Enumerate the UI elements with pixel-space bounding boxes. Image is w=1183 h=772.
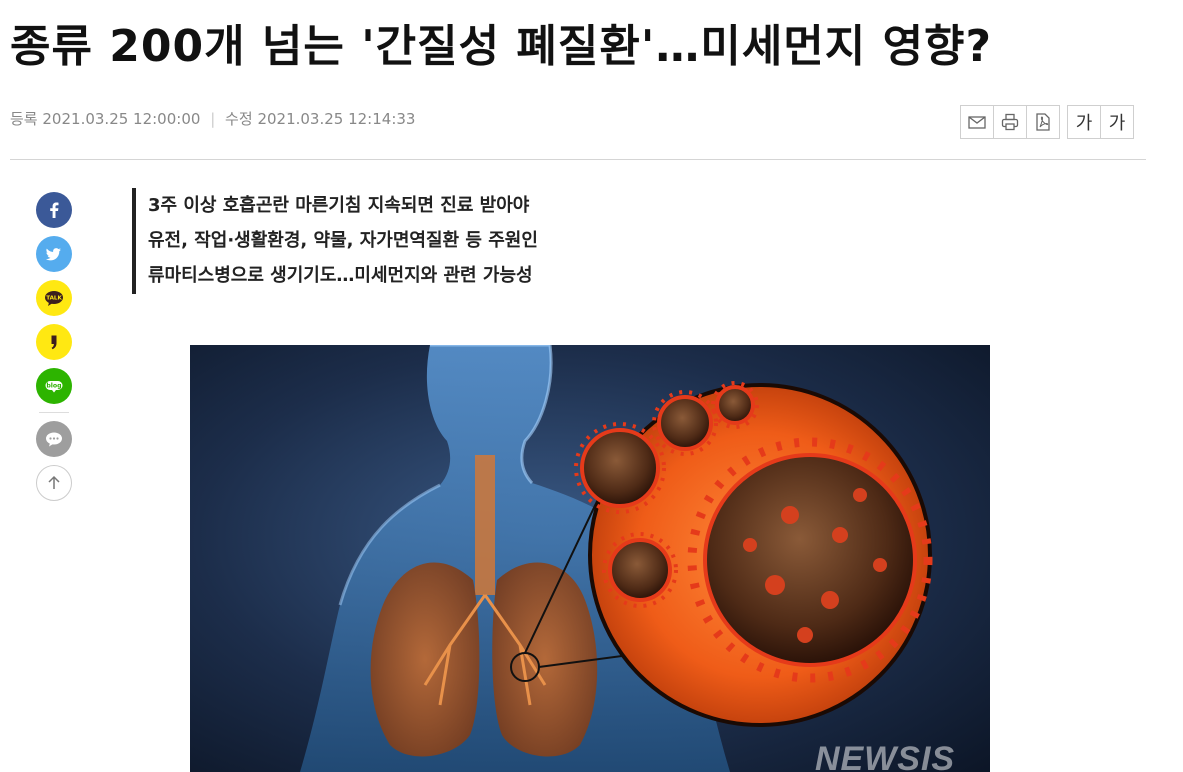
comment-button[interactable] [36,421,72,457]
article-image: NEWSIS [190,345,990,772]
pdf-button[interactable] [1026,105,1060,139]
share-kakaotalk-button[interactable]: TALK [36,280,72,316]
share-bar: TALK blog [36,192,72,509]
registered-label: 등록 [10,110,38,128]
blog-text: blog [46,383,61,390]
mail-icon [968,116,986,129]
font-decrease-button[interactable]: 가 [1067,105,1101,139]
scroll-top-button[interactable] [36,465,72,501]
print-icon [1001,113,1019,131]
scroll-top-icon [48,475,60,489]
kakaostory-icon [51,335,57,350]
print-button[interactable] [993,105,1027,139]
modified-time: 2021.03.25 12:14:33 [257,110,416,128]
facebook-icon [50,202,59,218]
summary-line: 3주 이상 호흡곤란 마른기침 지속되면 진료 받아야 [148,195,530,216]
modified-label: 수정 [225,110,253,128]
kakaotalk-text: TALK [46,296,62,302]
email-button[interactable] [960,105,994,139]
share-kakaostory-button[interactable] [36,324,72,360]
pdf-icon [1036,113,1050,131]
summary-line: 류마티스병으로 생기기도…미세먼지와 관련 가능성 [148,265,533,286]
share-divider [39,412,69,413]
article-toolbar: 가 가 [960,105,1134,139]
share-facebook-button[interactable] [36,192,72,228]
kakaotalk-icon: TALK [45,291,63,306]
summary-line: 유전, 작업·생활환경, 약물, 자가면역질환 등 주원인 [148,230,538,251]
image-watermark: NEWSIS [815,740,955,772]
font-increase-button[interactable]: 가 [1100,105,1134,139]
lung-virus-illustration: NEWSIS [190,345,990,772]
article-dates: 등록 2021.03.25 12:00:00 | 수정 2021.03.25 1… [10,108,415,129]
header-divider [10,159,1146,160]
share-blog-button[interactable]: blog [36,368,72,404]
meta-separator: | [210,110,216,128]
article-title: 종류 200개 넘는 '간질성 폐질환'…미세먼지 영향? [10,21,993,72]
share-twitter-button[interactable] [36,236,72,272]
blog-icon: blog [45,381,63,393]
registered-time: 2021.03.25 12:00:00 [42,110,201,128]
article-summary: 3주 이상 호흡곤란 마른기침 지속되면 진료 받아야 유전, 작업·생활환경,… [132,188,668,294]
twitter-icon [45,248,61,261]
comment-icon [46,432,62,447]
